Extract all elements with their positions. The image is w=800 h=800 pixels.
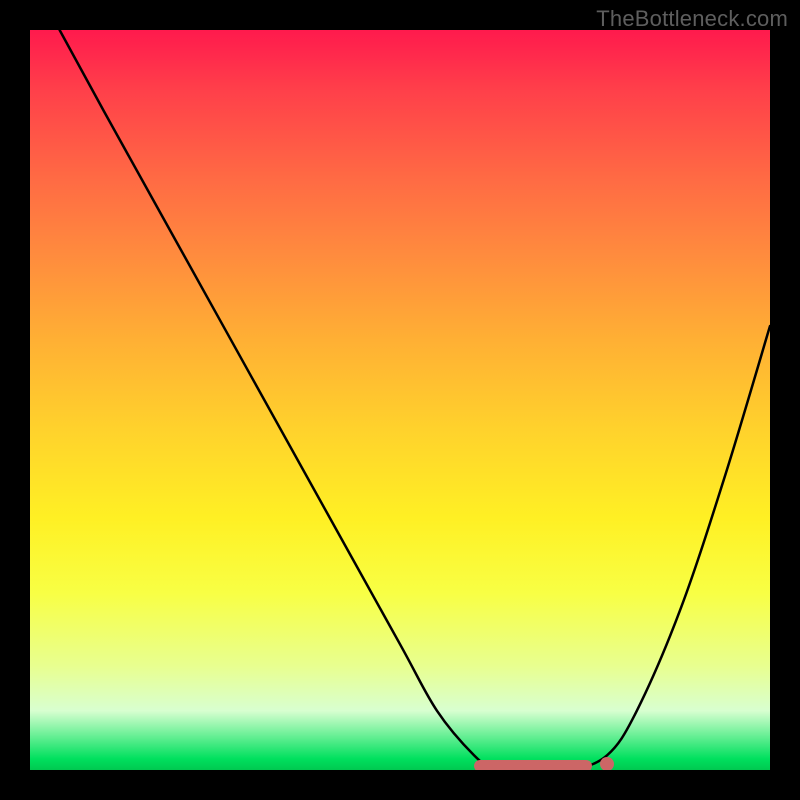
- sweet-spot-dot: [600, 757, 614, 770]
- bottleneck-curve: [30, 30, 770, 770]
- chart-frame: TheBottleneck.com: [0, 0, 800, 800]
- watermark-text: TheBottleneck.com: [596, 6, 788, 32]
- sweet-spot-band: [474, 760, 592, 770]
- plot-area: [30, 30, 770, 770]
